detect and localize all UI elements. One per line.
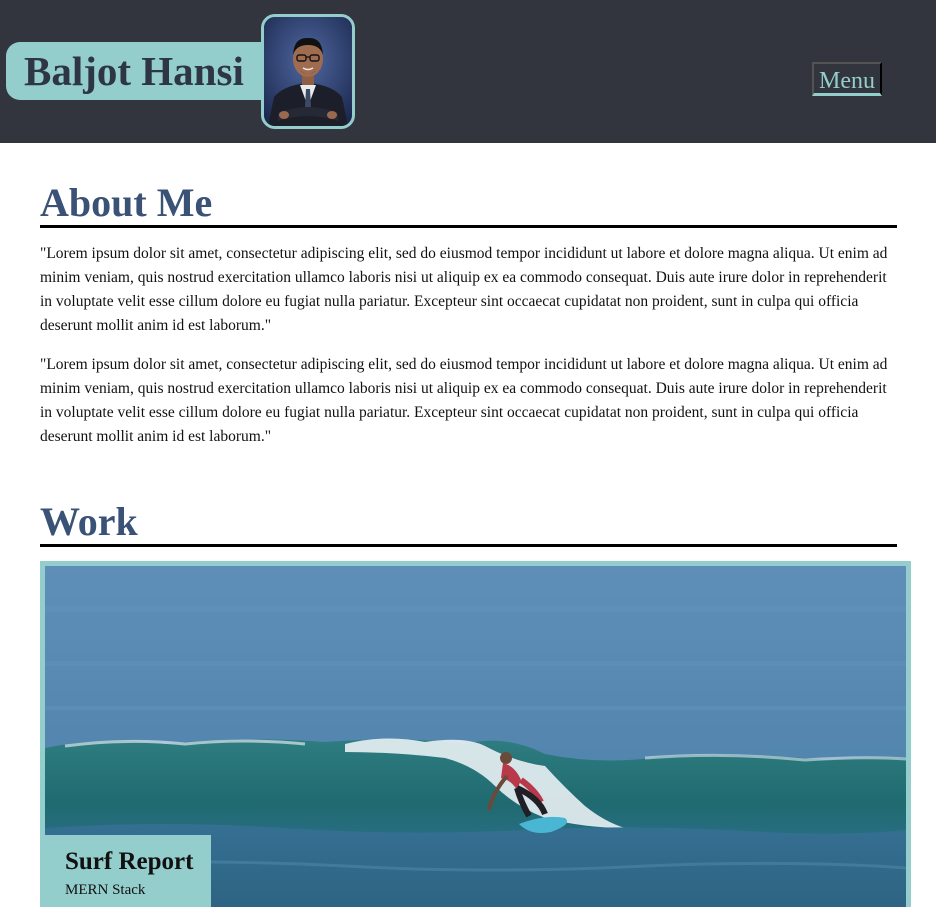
project-subtitle: MERN Stack	[65, 882, 146, 898]
project-title: Surf Report	[65, 848, 194, 875]
profile-photo	[264, 17, 352, 126]
site-header: Baljot Hansi Menu	[0, 0, 936, 143]
work-section: Work	[40, 500, 897, 547]
about-paragraph-1: "Lorem ipsum dolor sit amet, consectetur…	[40, 245, 888, 334]
about-paragraph-2: "Lorem ipsum dolor sit amet, consectetur…	[40, 356, 888, 445]
about-title: About Me	[40, 181, 897, 228]
about-section: About Me	[40, 181, 897, 228]
site-name: Baljot Hansi	[24, 48, 244, 94]
project-caption: Surf Report MERN Stack	[45, 835, 211, 907]
project-card-surf-report[interactable]: Surf Report MERN Stack	[40, 561, 911, 907]
avatar	[261, 14, 355, 129]
work-title: Work	[40, 500, 897, 547]
menu-button[interactable]: Menu	[812, 62, 882, 96]
